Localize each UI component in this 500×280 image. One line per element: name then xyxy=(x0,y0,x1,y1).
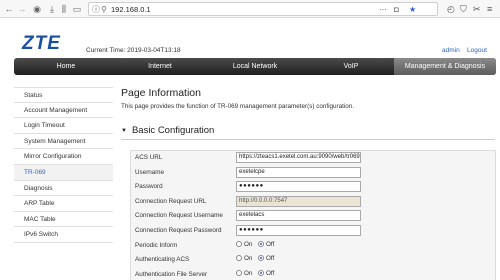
sidebar-item-diagnosis[interactable]: Diagnosis xyxy=(14,180,113,197)
radio-selected-icon xyxy=(258,240,264,247)
acs-url-row: ACS URL https://zteacs1.exetel.com.au:90… xyxy=(135,151,495,166)
radio-off-label: Off xyxy=(266,255,275,263)
sidebar-item-ipv6-switch[interactable]: IPv6 Switch xyxy=(14,227,113,243)
info-icon[interactable]: ⓘ xyxy=(92,4,100,15)
username-row: Username exetelcpe xyxy=(135,166,495,181)
radio-on-label: On xyxy=(244,255,253,263)
periodic-inform-label: Periodic Inform xyxy=(135,241,178,249)
periodic-inform-on-radio[interactable]: On xyxy=(236,240,253,248)
extension-icon[interactable]: ◉ xyxy=(31,3,43,15)
conn-req-url-row: Connection Request URL http://0.0.0.0:75… xyxy=(135,195,495,210)
menu-management-diagnosis[interactable]: Management & Diagnosis xyxy=(394,58,496,75)
sidebar-item-system-management[interactable]: System Management xyxy=(14,133,113,150)
page-title: Page Information xyxy=(121,87,201,99)
password-label: Password xyxy=(135,183,163,191)
forward-icon[interactable]: → xyxy=(16,3,28,15)
download-icon[interactable]: ⤓ xyxy=(46,3,58,15)
sidebar: Status Account Management Login Timeout … xyxy=(14,87,113,243)
auth-file-server-label: Authentication File Server xyxy=(135,270,208,278)
page-description: This page provides the function of TR-06… xyxy=(121,103,354,110)
back-icon[interactable]: ← xyxy=(3,3,15,15)
radio-empty-icon xyxy=(236,269,242,276)
username-input[interactable]: exetelcpe xyxy=(236,166,361,178)
conn-req-url-input: http://0.0.0.0:7547 xyxy=(236,195,361,207)
pocket-icon[interactable]: ◘ xyxy=(394,4,399,15)
section-divider xyxy=(121,139,495,140)
username-label: Username xyxy=(135,168,165,176)
shield-icon[interactable]: ⛉ xyxy=(460,3,467,15)
acs-url-input[interactable]: https://zteacs1.exetel.com.au:9090/web/t… xyxy=(236,152,361,163)
current-time: Current Time: 2019-03-04T13:18 xyxy=(86,47,181,54)
sidebar-item-mirror-configuration[interactable]: Mirror Configuration xyxy=(14,149,113,165)
conn-req-password-row: Connection Request Password ●●●●●● xyxy=(135,224,495,239)
radio-empty-icon xyxy=(236,255,242,262)
periodic-inform-off-radio[interactable]: Off xyxy=(258,240,275,248)
sidebar-item-login-timeout[interactable]: Login Timeout xyxy=(14,118,113,134)
radio-selected-icon xyxy=(258,269,264,276)
acs-url-label: ACS URL xyxy=(135,154,163,161)
sidebar-item-status[interactable]: Status xyxy=(14,87,113,103)
password-input[interactable]: ●●●●●● xyxy=(236,181,361,193)
menu-home[interactable]: Home xyxy=(14,58,118,75)
admin-link[interactable]: admin xyxy=(442,47,460,54)
conn-req-username-row: Connection Request Username exetelacs xyxy=(135,209,495,224)
logout-link[interactable]: Logout xyxy=(467,47,487,54)
collapse-triangle-icon[interactable]: ▼ xyxy=(121,128,127,134)
menu-voip[interactable]: VoIP xyxy=(308,58,394,75)
radio-selected-icon xyxy=(258,255,264,262)
menu-icon[interactable]: ≡ xyxy=(487,3,492,15)
section-header[interactable]: ▼ Basic Configuration xyxy=(121,125,214,136)
menu-local-network[interactable]: Local Network xyxy=(202,58,308,75)
auth-file-server-row: Authentication File Server On Off xyxy=(135,268,495,280)
url-text[interactable]: 192.168.0.1 xyxy=(111,5,151,14)
radio-on-label: On xyxy=(244,240,253,248)
conn-req-username-input[interactable]: exetelacs xyxy=(236,210,361,222)
radio-empty-icon xyxy=(236,240,242,247)
more-actions-icon[interactable]: ⋯ xyxy=(379,4,387,15)
connection-icon[interactable]: ⚲ xyxy=(101,4,107,15)
auth-acs-row: Authenticating ACS On Off xyxy=(135,253,495,268)
sidebar-item-account-management[interactable]: Account Management xyxy=(14,102,113,119)
conn-req-password-input[interactable]: ●●●●●● xyxy=(236,225,361,236)
auth-acs-on-radio[interactable]: On xyxy=(236,255,252,262)
sidebar-item-mac-table[interactable]: MAC Table xyxy=(14,211,113,228)
zte-logo: ZTE xyxy=(22,33,61,54)
auth-acs-off-radio[interactable]: Off xyxy=(258,255,274,262)
menu-internet[interactable]: Internet xyxy=(118,58,202,75)
radio-on-label: On xyxy=(244,269,253,277)
address-bar[interactable]: ⓘ ⚲ 192.168.0.1 ⋯ ◘ ★ xyxy=(88,2,438,16)
sidebar-item-tr069[interactable]: TR-069 xyxy=(14,164,113,181)
auth-acs-label: Authenticating ACS xyxy=(135,256,190,264)
sidebar-icon[interactable]: ▭ xyxy=(71,3,83,15)
sidebar-item-arp-table[interactable]: ARP Table xyxy=(14,196,113,212)
auth-file-server-on-radio[interactable]: On xyxy=(236,269,253,277)
screenshot-icon[interactable]: ✂ xyxy=(473,3,481,15)
conn-req-username-label: Connection Request Username xyxy=(135,212,223,220)
section-title: Basic Configuration xyxy=(131,125,215,136)
auth-file-server-off-radio[interactable]: Off xyxy=(258,269,275,277)
browser-toolbar: ← → ◉ ⤓ ⫼ ▭ ⓘ ⚲ 192.168.0.1 ⋯ ◘ ★ ◴ ⛉ ✂ … xyxy=(0,0,500,18)
main-menu: Home Internet Local Network VoIP Managem… xyxy=(14,58,496,75)
password-row: Password ●●●●●● xyxy=(135,180,495,195)
radio-off-label: Off xyxy=(266,269,275,277)
library-icon[interactable]: ⫼ xyxy=(58,3,70,15)
conn-req-url-label: Connection Request URL xyxy=(135,197,207,205)
periodic-inform-row: Periodic Inform On Off xyxy=(135,239,495,254)
bookmark-star-icon[interactable]: ★ xyxy=(409,4,416,15)
conn-req-password-label: Connection Request Password xyxy=(135,227,222,234)
history-icon[interactable]: ◴ xyxy=(447,3,455,15)
radio-off-label: Off xyxy=(266,240,275,248)
